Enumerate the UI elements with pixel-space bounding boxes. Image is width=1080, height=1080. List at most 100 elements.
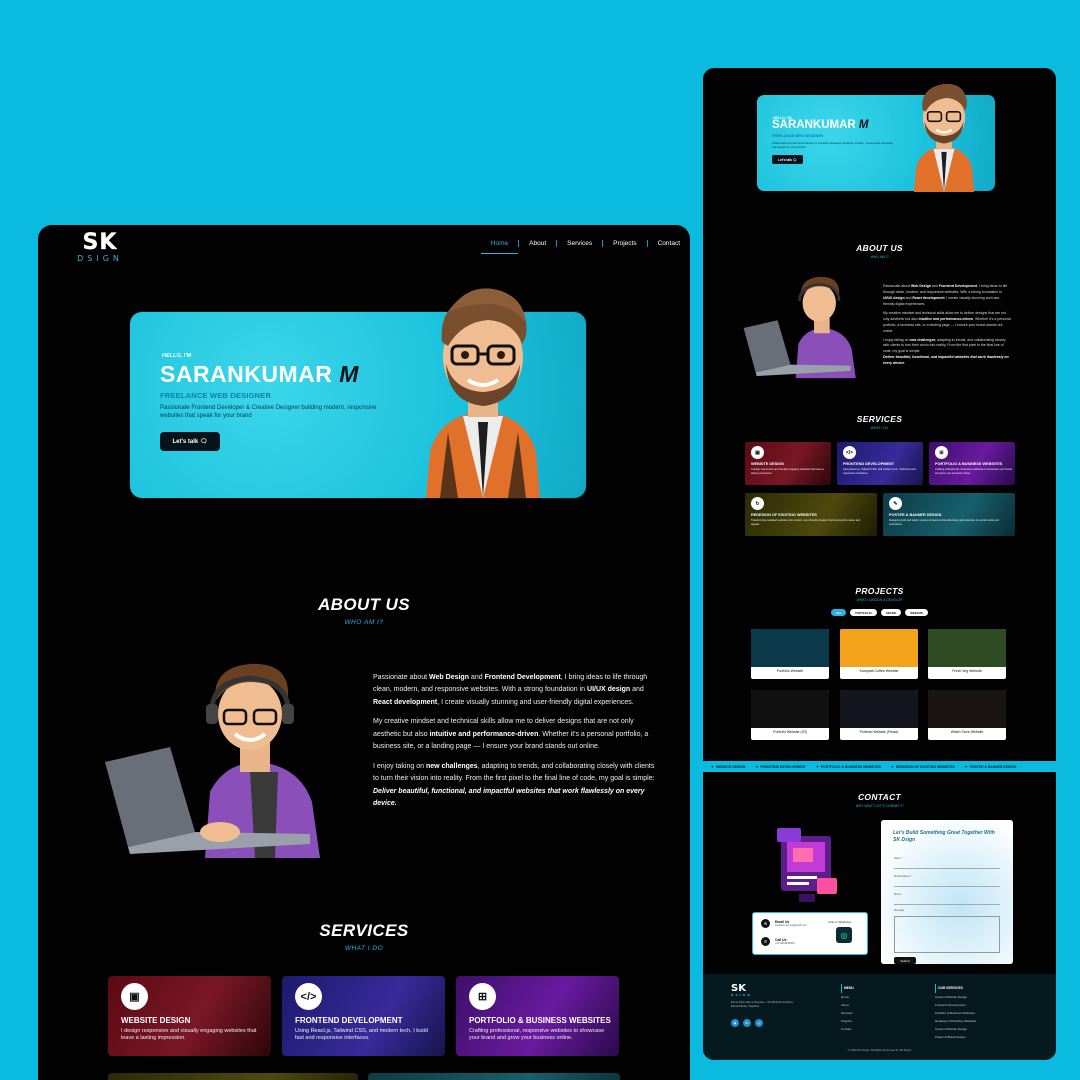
logo[interactable]: SK DSIGN [72,231,128,263]
code-icon: </> [295,983,322,1010]
project-card[interactable]: Portfolio Website (JS) [751,690,829,740]
service-card-frontend[interactable]: </> FRONTEND DEVELOPMENT Using React.js,… [282,976,445,1056]
email-field-label: Email Address * [894,875,912,878]
footer-link[interactable]: Custom Website Design [935,1025,976,1033]
service-card-portfolio[interactable]: ⊞ PORTFOLIO & BUSINESS WEBSITES Crafting… [456,976,619,1056]
phone-label: Phone [894,893,902,896]
sm-service-title: FRONTEND DEVELOPMENT [843,462,895,466]
service-card-website-design[interactable]: ▣ WEBSITE DESIGN I design responsive and… [108,976,271,1056]
message-field[interactable] [894,916,1000,953]
nav-services[interactable]: Services [556,240,602,247]
footer: SK DSIGN Every Pixel Has a Purpose – We B… [703,974,1056,1060]
project-caption: Karupatti Coffee Website [859,669,899,673]
sm-service-desc: I design responsive and visually engagin… [751,468,824,475]
project-card[interactable]: Watch Store Website [928,690,1006,740]
sm-about-title: ABOUT US [856,243,903,253]
instagram-icon[interactable]: ◉ [731,1019,739,1027]
sm-services-subtitle: WHAT I DO [870,426,889,430]
nav-about[interactable]: About [518,240,556,247]
sm-hero-role: FREELANCE WEB DESIGNER [772,134,824,138]
footer-link[interactable]: About [841,1001,854,1009]
sm-service-card[interactable]: </> FRONTEND DEVELOPMENT Using React.js,… [837,442,923,485]
refresh-icon: ↻ [751,497,764,510]
about-subtitle: WHO AM I? [344,619,384,626]
footer-link[interactable]: Services [841,1009,854,1017]
service-desc: Using React.js, Tailwind CSS, and modern… [295,1028,428,1042]
sm-services-title: SERVICES [856,414,903,424]
footer-link[interactable]: Projects [841,1017,854,1025]
logo-wordmark: DSIGN [77,254,123,263]
service-card-redesign-partial[interactable] [108,1073,358,1080]
briefcase-icon: ⊞ [469,983,496,1010]
project-thumbnail [928,629,1006,667]
whatsapp-icon[interactable]: ◎ [836,927,852,943]
sm-about-paragraph: My creative mindset and technical skills… [883,310,1011,333]
phone-icon: ✆ [761,937,770,946]
sm-service-desc: Designing bold and catchy posters & bann… [889,519,999,526]
footer-services-title: OUR SERVICES [935,984,976,993]
nav-home[interactable]: Home [480,240,519,254]
footer-link[interactable]: Home [841,993,854,1001]
footer-link[interactable]: Portfolio & Business Websites [935,1009,976,1017]
contact-info-card: ✉ Email Us sarankumarr.m@gmail.com ✆ Call… [752,912,868,955]
phone-field[interactable] [894,904,1000,905]
sm-hero-name: SARANKUMAR M [772,119,869,131]
sm-lets-talk-button[interactable]: Let's talk 🗨 [772,155,803,164]
sm-about-avatar-illustration [743,276,856,379]
hero-avatar-illustration [426,288,540,498]
footer-link[interactable]: Redesign Of Existing Websites [935,1017,976,1025]
linkedin-icon[interactable]: in [743,1019,751,1027]
project-card[interactable]: Karupatti Coffee Website [840,629,918,679]
sm-service-card[interactable]: ✎ POSTER & BANNER DESIGN Designing bold … [883,493,1015,536]
submit-button[interactable]: Submit [894,957,916,964]
whatsapp-icon[interactable]: ◎ [755,1019,763,1027]
service-card-poster-partial[interactable] [368,1073,620,1080]
about-paragraph: Passionate about Web Design and Frontend… [373,674,648,706]
footer-logo[interactable]: SK DSIGN [731,984,752,997]
call-value: +91 9843455000 [775,942,795,945]
service-title: PORTFOLIO & BUSINESS WEBSITES [469,1016,611,1025]
about-avatar-illustration [105,663,320,858]
email-field[interactable] [894,886,1000,887]
project-thumbnail [840,629,918,667]
footer-link[interactable]: Contact [841,1025,854,1033]
filter-website[interactable]: WEBSITE [905,609,929,616]
name-field[interactable] [894,868,1000,869]
hero-role: FREELANCE WEB DESIGNER [160,391,272,400]
sm-about-paragraph: Passionate about Web Design and Frontend… [883,284,1008,306]
project-caption: Portfolio Website [776,669,804,673]
sm-about-paragraph: I enjoy taking on new challenges, adapti… [883,337,1009,366]
sm-projects-subtitle: WHAT I DESIGN & DEVELOP [856,598,903,602]
about-text: Passionate about Web Design and Frontend… [373,672,658,818]
project-thumbnail [840,690,918,728]
filter-online[interactable]: ONLINE [880,609,902,616]
main-nav: Home About Services Projects Contact [480,240,690,254]
nav-projects[interactable]: Projects [602,240,646,247]
email-value: sarankumarr.m@gmail.com [775,924,807,927]
monitor-icon: ▣ [121,983,148,1010]
nav-contact[interactable]: Contact [646,240,690,247]
footer-link[interactable]: Custom Website Design [935,993,976,1001]
footer-link[interactable]: Frontend Development [935,1001,976,1009]
footer-link[interactable]: Poster & Brand Design [935,1033,976,1041]
project-thumbnail [928,690,1006,728]
contact-form: Let's Build Something Great Together Wit… [881,820,1013,964]
project-card[interactable]: Fresh Veg Website [928,629,1006,679]
project-caption: Watch Store Website [950,730,984,734]
project-card[interactable]: Portfolio Website [751,629,829,679]
sm-service-card[interactable]: ↻ REDESIGN OF EXISTING WEBSITES Transfor… [745,493,877,536]
ticker-item: FRONTEND DEVELOPMENT [755,765,806,769]
project-card[interactable]: Portfolio Website (React) [840,690,918,740]
hero-name: SARANKUMAR M [160,361,359,387]
sm-service-card[interactable]: ▣ WEBSITE DESIGN I design responsive and… [745,442,831,485]
hero-greeting: HELLO, I'M [162,353,192,359]
sm-service-card[interactable]: ⊞ PORTFOLIO & BUSINESS WEBSITES Crafting… [929,442,1015,485]
email-row[interactable]: ✉ Email Us sarankumarr.m@gmail.com [761,919,807,928]
call-row[interactable]: ✆ Call Us +91 9843455000 [761,937,795,946]
sm-hero-description: Passionate Frontend Developer & Creative… [772,141,893,150]
filter-all[interactable]: ALL [830,609,847,616]
lets-talk-button[interactable]: Let's talk 🗨 [160,432,220,451]
copyright: © 2025 SK Dsign. All Rights Reserved by … [847,1048,912,1052]
filter-portfolio[interactable]: PORTFOLIO [850,609,877,616]
footer-menu: MENU Home About Services Projects Contac… [841,984,854,1033]
